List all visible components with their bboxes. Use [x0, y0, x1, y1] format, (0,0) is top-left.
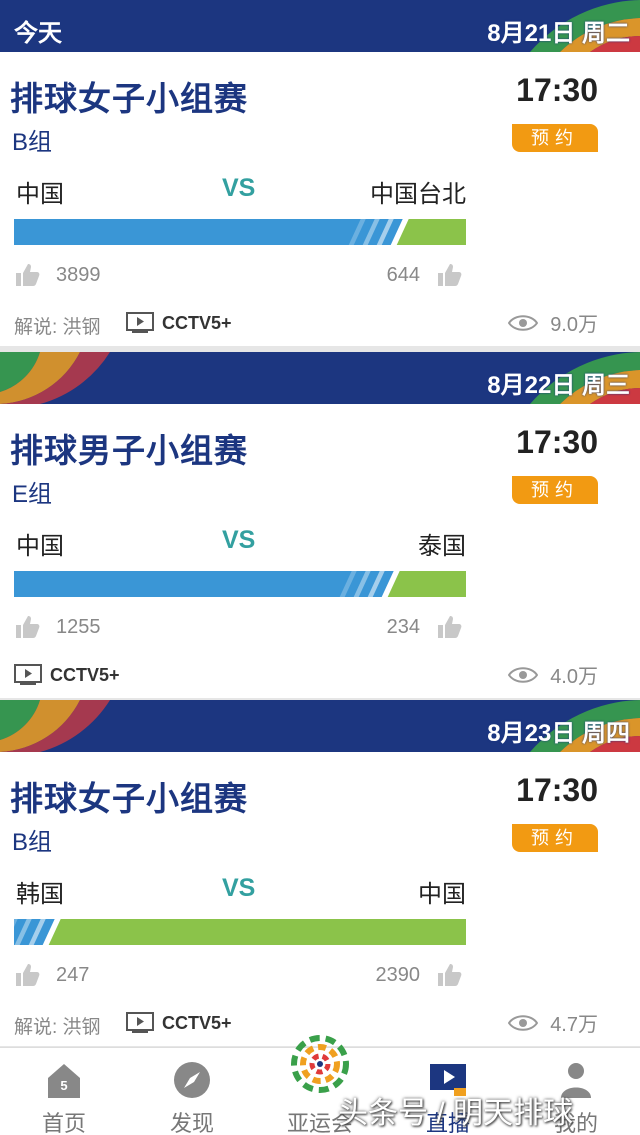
views-value: 9.0万	[550, 314, 598, 336]
likes-left: 1255	[56, 616, 101, 638]
reserve-button[interactable]: 预约	[512, 476, 598, 504]
date-header: 8月23日 周四	[0, 700, 640, 752]
channel: CCTV5+	[126, 1010, 232, 1036]
likes-left: 3899	[56, 264, 101, 286]
group-label: E组	[12, 481, 53, 508]
commentator-label: 解说: 洪钢	[14, 317, 101, 338]
tab-label: 发现	[169, 1111, 214, 1135]
asian-games-logo-icon	[291, 1035, 349, 1093]
match-time: 17:30	[516, 72, 598, 108]
tab-discover[interactable]: 发现	[128, 1048, 256, 1135]
match-time: 17:30	[516, 772, 598, 808]
channel-name: CCTV5+	[162, 312, 232, 333]
commentator-label: 解说: 洪钢	[14, 1017, 101, 1038]
support-bar-right	[387, 571, 466, 597]
tv-icon	[14, 664, 42, 685]
match-card[interactable]: 排球女子小组赛 B组 17:30 预约 中国 VS 中国台北 3899 644 …	[0, 52, 640, 346]
eye-icon	[508, 1014, 539, 1031]
tv-icon	[126, 312, 154, 333]
likes-left: 247	[56, 964, 90, 986]
team-right: 中国台北	[370, 181, 466, 208]
support-bar	[14, 571, 466, 597]
date-label: 8月21日 周二	[487, 20, 630, 47]
date-label: 8月22日 周三	[487, 372, 630, 399]
reserve-button[interactable]: 预约	[512, 124, 598, 152]
match-card[interactable]: 排球男子小组赛 E组 17:30 预约 中国 VS 泰国 1255 234 CC…	[0, 404, 640, 698]
event-title: 排球女子小组赛	[10, 80, 248, 117]
match-time: 17:30	[516, 424, 598, 460]
eye-icon	[508, 314, 539, 331]
today-label: 今天	[14, 20, 62, 47]
compass-icon	[174, 1062, 210, 1098]
vs-label: VS	[222, 874, 256, 902]
likes-right: 234	[386, 616, 420, 638]
channel: CCTV5+	[126, 310, 232, 336]
event-title: 排球女子小组赛	[10, 780, 248, 817]
support-bar-left	[14, 571, 394, 597]
view-count: 4.7万	[508, 1008, 598, 1037]
home-icon: 5	[48, 1064, 80, 1098]
tv-icon	[126, 1012, 154, 1033]
tab-home[interactable]: 5 首页	[0, 1048, 128, 1135]
support-bar	[14, 919, 466, 945]
view-count: 9.0万	[508, 308, 598, 337]
thumbs-up-icon[interactable]	[436, 614, 462, 640]
decorative-pattern	[0, 352, 110, 404]
eye-icon	[508, 666, 539, 683]
channel-name: CCTV5+	[50, 664, 120, 685]
home-badge: 5	[60, 1078, 67, 1093]
team-left: 中国	[16, 533, 64, 560]
likes-right: 2390	[375, 964, 421, 986]
views-value: 4.0万	[550, 666, 598, 688]
match-card[interactable]: 排球女子小组赛 B组 17:30 预约 韩国 VS 中国 247 2390 解说…	[0, 752, 640, 1046]
thumbs-up-icon[interactable]	[436, 962, 462, 988]
support-bar-right	[48, 919, 466, 945]
team-left: 韩国	[16, 881, 64, 908]
reserve-button[interactable]: 预约	[512, 824, 598, 852]
date-header: 今天 8月21日 周二	[0, 0, 640, 52]
support-bar-left	[14, 219, 403, 245]
channel-name: CCTV5+	[162, 1012, 232, 1033]
view-count: 4.0万	[508, 660, 598, 689]
vs-label: VS	[222, 174, 256, 202]
thumbs-up-icon[interactable]	[14, 614, 40, 640]
team-right: 泰国	[418, 533, 466, 560]
match-section: 8月23日 周四 排球女子小组赛 B组 17:30 预约 韩国 VS 中国 24…	[0, 700, 640, 1046]
team-left: 中国	[16, 181, 64, 208]
vs-label: VS	[222, 526, 256, 554]
support-bar-right	[396, 219, 466, 245]
match-section: 今天 8月21日 周二 排球女子小组赛 B组 17:30 预约 中国 VS 中国…	[0, 0, 640, 346]
thumbs-up-icon[interactable]	[436, 262, 462, 288]
event-title: 排球男子小组赛	[10, 432, 248, 469]
date-label: 8月23日 周四	[487, 720, 630, 747]
group-label: B组	[12, 129, 53, 156]
team-right: 中国	[418, 881, 466, 908]
watermark-text: 头条号 / 明天排球	[338, 1097, 574, 1130]
tab-label: 首页	[41, 1111, 86, 1135]
match-section: 8月22日 周三 排球男子小组赛 E组 17:30 预约 中国 VS 泰国 12…	[0, 352, 640, 698]
support-bar	[14, 219, 466, 245]
thumbs-up-icon[interactable]	[14, 262, 40, 288]
group-label: B组	[12, 829, 53, 856]
likes-right: 644	[386, 264, 420, 286]
decorative-pattern	[0, 700, 110, 752]
views-value: 4.7万	[550, 1014, 598, 1036]
channel: CCTV5+	[14, 662, 120, 688]
date-header: 8月22日 周三	[0, 352, 640, 404]
thumbs-up-icon[interactable]	[14, 962, 40, 988]
